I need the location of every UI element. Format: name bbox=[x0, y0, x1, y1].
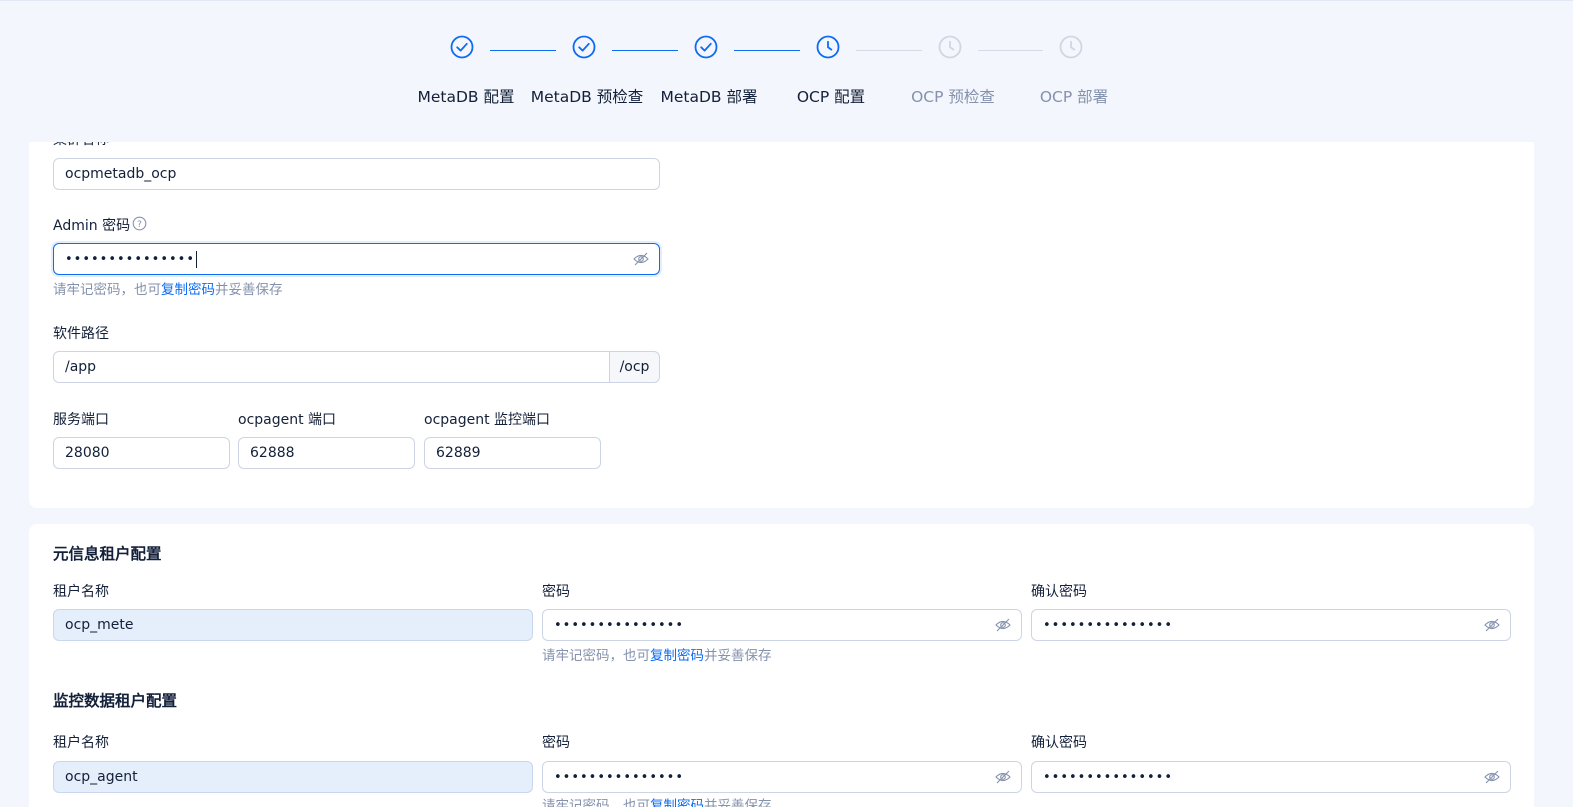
monitor-tenant-name-input: ocp_agent bbox=[53, 761, 533, 793]
admin-password-label: Admin 密码 bbox=[53, 218, 131, 234]
help-icon[interactable]: ? bbox=[132, 216, 147, 231]
copy-password-link[interactable]: 复制密码 bbox=[161, 282, 215, 298]
step-connector bbox=[490, 50, 556, 51]
meta-tenant-name-value: ocp_mete bbox=[65, 617, 134, 633]
software-path-label: 软件路径 bbox=[53, 326, 109, 342]
step-label: MetaDB 预检查 bbox=[530, 88, 644, 106]
eye-invisible-icon[interactable] bbox=[995, 770, 1011, 784]
svg-text:?: ? bbox=[137, 220, 142, 230]
meta-password-hint: 请牢记密码，也可复制密码并妥善保存 bbox=[542, 648, 772, 664]
monitor-tenant-name-value: ocp_agent bbox=[65, 769, 138, 785]
meta-confirm-value: ••••••••••••••• bbox=[1043, 617, 1174, 633]
step-clock-icon bbox=[816, 35, 840, 59]
copy-password-link[interactable]: 复制密码 bbox=[650, 798, 704, 807]
admin-password-input[interactable]: ••••••••••••••• bbox=[53, 243, 660, 275]
agent-monitor-port-input[interactable]: 62889 bbox=[424, 437, 601, 469]
steps-header: MetaDB 配置 MetaDB 预检查 MetaDB 部署 OCP 配置 OCP 预检… bbox=[0, 0, 1573, 142]
admin-password-hint: 请牢记密码，也可复制密码并妥善保存 bbox=[53, 282, 283, 298]
meta-tenant-name-input: ocp_mete bbox=[53, 609, 533, 641]
meta-password-value: ••••••••••••••• bbox=[554, 617, 685, 633]
monitor-password-label: 密码 bbox=[542, 735, 570, 751]
monitor-password-input[interactable]: ••••••••••••••• bbox=[542, 761, 1022, 793]
monitor-confirm-value: ••••••••••••••• bbox=[1043, 769, 1174, 785]
step-check-icon bbox=[572, 35, 596, 59]
eye-invisible-icon[interactable] bbox=[995, 618, 1011, 632]
eye-invisible-icon[interactable] bbox=[1484, 618, 1500, 632]
meta-password-input[interactable]: ••••••••••••••• bbox=[542, 609, 1022, 641]
cluster-name-input[interactable]: ocpmetadb_ocp bbox=[53, 158, 660, 190]
eye-invisible-icon[interactable] bbox=[1484, 770, 1500, 784]
software-path-value: /app bbox=[65, 359, 97, 375]
step-connector bbox=[612, 50, 678, 51]
monitor-password-value: ••••••••••••••• bbox=[554, 769, 685, 785]
step-clock-icon bbox=[1059, 35, 1083, 59]
step-check-icon bbox=[694, 35, 718, 59]
step-check-icon bbox=[450, 35, 474, 59]
monitor-confirm-input[interactable]: ••••••••••••••• bbox=[1031, 761, 1511, 793]
copy-password-link[interactable]: 复制密码 bbox=[650, 648, 704, 664]
step-clock-icon bbox=[938, 35, 962, 59]
monitor-tenant-name-label: 租户名称 bbox=[53, 735, 109, 751]
step-label: MetaDB 部署 bbox=[660, 88, 758, 106]
step-label: MetaDB 配置 bbox=[417, 88, 515, 106]
agent-monitor-port-label: ocpagent 监控端口 bbox=[424, 412, 551, 428]
meta-password-label: 密码 bbox=[542, 584, 570, 600]
step-connector bbox=[734, 50, 800, 51]
meta-tenant-title: 元信息租户配置 bbox=[53, 545, 162, 563]
software-path-input[interactable]: /app bbox=[53, 351, 610, 383]
agent-port-value: 62888 bbox=[250, 445, 295, 461]
step-label: OCP 预检查 bbox=[911, 88, 995, 106]
step-label: OCP 部署 bbox=[1039, 88, 1109, 106]
agent-monitor-port-value: 62889 bbox=[436, 445, 481, 461]
agent-port-label: ocpagent 端口 bbox=[238, 412, 337, 428]
step-connector bbox=[856, 50, 922, 51]
monitor-tenant-title: 监控数据租户配置 bbox=[53, 692, 178, 710]
admin-password-value: ••••••••••••••• bbox=[65, 251, 196, 267]
agent-port-input[interactable]: 62888 bbox=[238, 437, 415, 469]
step-label: OCP 配置 bbox=[796, 88, 866, 106]
eye-invisible-icon[interactable] bbox=[633, 252, 649, 266]
monitor-confirm-label: 确认密码 bbox=[1031, 735, 1087, 751]
meta-confirm-input[interactable]: ••••••••••••••• bbox=[1031, 609, 1511, 641]
service-port-value: 28080 bbox=[65, 445, 110, 461]
service-port-label: 服务端口 bbox=[53, 412, 109, 428]
service-port-input[interactable]: 28080 bbox=[53, 437, 230, 469]
meta-confirm-label: 确认密码 bbox=[1031, 584, 1087, 600]
cluster-name-value: ocpmetadb_ocp bbox=[65, 166, 177, 182]
monitor-password-hint: 请牢记密码，也可复制密码并妥善保存 bbox=[542, 794, 772, 807]
software-path-suffix: /ocp bbox=[609, 351, 660, 383]
meta-tenant-name-label: 租户名称 bbox=[53, 584, 109, 600]
step-connector bbox=[978, 50, 1043, 51]
text-caret bbox=[196, 250, 198, 268]
